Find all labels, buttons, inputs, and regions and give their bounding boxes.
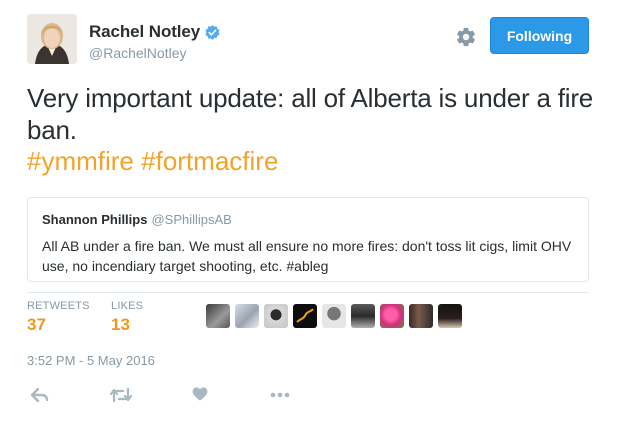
tweet-hashtags: #ymmfire #fortmacfire bbox=[27, 145, 278, 177]
divider bbox=[27, 292, 589, 293]
liker-avatar[interactable] bbox=[322, 304, 346, 328]
tweet-actions bbox=[0, 386, 619, 406]
verified-badge-icon bbox=[205, 24, 220, 40]
quoted-tweet-header: Shannon Phillips @SPhillipsAB bbox=[42, 212, 232, 227]
liker-avatar[interactable] bbox=[235, 304, 259, 328]
hashtag-link[interactable]: #fortmacfire bbox=[141, 146, 278, 176]
retweets-label: RETWEETS bbox=[27, 300, 90, 312]
liker-avatar[interactable] bbox=[380, 304, 404, 328]
liker-avatar[interactable] bbox=[293, 304, 317, 328]
more-icon[interactable] bbox=[270, 392, 290, 398]
quoted-author-name: Shannon Phillips bbox=[42, 212, 148, 227]
likes-stat[interactable]: LIKES 13 bbox=[111, 300, 143, 335]
tweet-text: Very important update: all of Alberta is… bbox=[27, 83, 594, 145]
retweets-stat[interactable]: RETWEETS 37 bbox=[27, 300, 90, 335]
quoted-tweet-text: All AB under a fire ban. We must all ens… bbox=[42, 238, 572, 274]
liker-avatars bbox=[206, 304, 467, 328]
liker-avatar[interactable] bbox=[351, 304, 375, 328]
likes-count: 13 bbox=[111, 315, 130, 334]
tweet-timestamp[interactable]: 3:52 PM - 5 May 2016 bbox=[27, 353, 155, 368]
author-handle[interactable]: @RachelNotley bbox=[89, 45, 186, 61]
quoted-tweet-card[interactable]: Shannon Phillips @SPhillipsAB All AB und… bbox=[27, 197, 589, 282]
likes-label: LIKES bbox=[111, 300, 144, 312]
liker-avatar[interactable] bbox=[264, 304, 288, 328]
liker-avatar[interactable] bbox=[206, 304, 230, 328]
author-name-row: Rachel Notley bbox=[89, 22, 221, 42]
following-button[interactable]: Following bbox=[490, 17, 589, 54]
gear-icon[interactable] bbox=[455, 26, 477, 48]
retweets-count: 37 bbox=[27, 315, 46, 334]
author-display-name[interactable]: Rachel Notley bbox=[89, 22, 200, 42]
author-avatar[interactable] bbox=[27, 14, 77, 64]
retweet-icon[interactable] bbox=[109, 387, 133, 403]
liker-avatar[interactable] bbox=[438, 304, 462, 328]
quoted-author-handle: @SPhillipsAB bbox=[151, 212, 232, 227]
hashtag-link[interactable]: #ymmfire bbox=[27, 146, 134, 176]
reply-icon[interactable] bbox=[30, 387, 50, 403]
liker-avatar[interactable] bbox=[409, 304, 433, 328]
heart-icon[interactable] bbox=[192, 386, 208, 402]
